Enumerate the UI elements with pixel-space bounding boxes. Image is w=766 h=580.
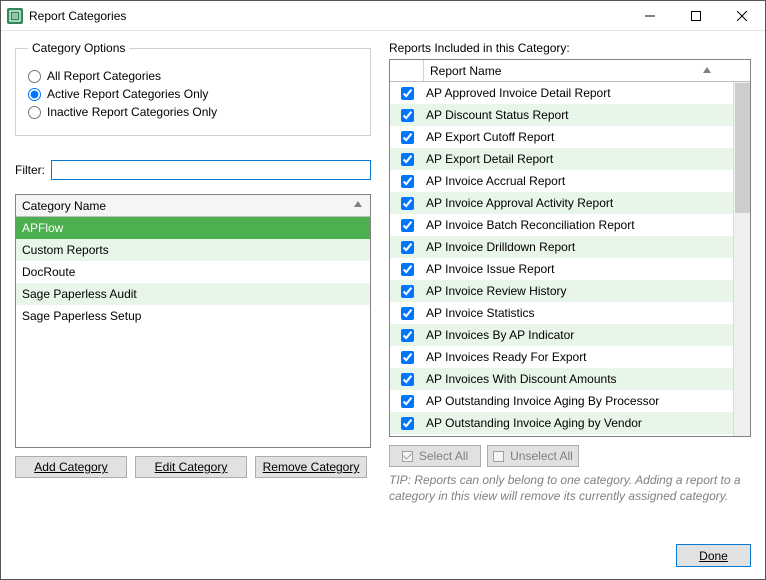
report-row[interactable]: AP Export Cutoff Report: [390, 126, 733, 148]
checkbox-checked-icon: [402, 451, 413, 462]
titlebar: Report Categories: [1, 1, 765, 31]
reports-list[interactable]: Report Name AP Approved Invoice Detail R…: [389, 59, 751, 437]
report-name: AP Export Cutoff Report: [424, 130, 733, 144]
report-row[interactable]: AP Invoice Batch Reconciliation Report: [390, 214, 733, 236]
report-row[interactable]: AP Invoices Ready For Export: [390, 346, 733, 368]
report-name: AP Invoice Approval Activity Report: [424, 196, 733, 210]
report-name: AP Invoices With Discount Amounts: [424, 372, 733, 386]
filter-label: Filter:: [15, 163, 45, 177]
report-checkbox[interactable]: [401, 329, 414, 342]
report-checkbox[interactable]: [401, 175, 414, 188]
report-row[interactable]: AP Invoice Statistics: [390, 302, 733, 324]
maximize-button[interactable]: [673, 1, 719, 30]
category-row[interactable]: Sage Paperless Setup: [16, 305, 370, 327]
report-row[interactable]: AP Outstanding Invoice Aging by Vendor: [390, 412, 733, 434]
report-row[interactable]: AP Invoice Approval Activity Report: [390, 192, 733, 214]
report-row[interactable]: AP Export Detail Report: [390, 148, 733, 170]
report-name: AP Invoice Batch Reconciliation Report: [424, 218, 733, 232]
report-name: AP Discount Status Report: [424, 108, 733, 122]
report-checkbox[interactable]: [401, 197, 414, 210]
tip-text: TIP: Reports can only belong to one cate…: [389, 473, 751, 504]
report-checkbox[interactable]: [401, 417, 414, 430]
filter-input[interactable]: [51, 160, 371, 180]
scrollbar-thumb[interactable]: [735, 83, 750, 213]
report-checkbox[interactable]: [401, 263, 414, 276]
reports-label: Reports Included in this Category:: [389, 41, 751, 55]
report-name: AP Invoice Issue Report: [424, 262, 733, 276]
unselect-all-button[interactable]: Unselect All: [487, 445, 579, 467]
category-row[interactable]: APFlow: [16, 217, 370, 239]
category-row[interactable]: Sage Paperless Audit: [16, 283, 370, 305]
category-options-legend: Category Options: [28, 41, 129, 55]
report-name: AP Invoice Review History: [424, 284, 733, 298]
report-checkbox[interactable]: [401, 285, 414, 298]
report-checkbox[interactable]: [401, 109, 414, 122]
report-name: AP Export Detail Report: [424, 152, 733, 166]
report-name: AP Invoice Drilldown Report: [424, 240, 733, 254]
app-icon: [7, 8, 23, 24]
report-checkbox[interactable]: [401, 351, 414, 364]
report-row[interactable]: AP Approved Invoice Detail Report: [390, 82, 733, 104]
reports-scrollbar[interactable]: [733, 82, 750, 436]
category-list[interactable]: Category Name APFlowCustom ReportsDocRou…: [15, 194, 371, 448]
report-checkbox[interactable]: [401, 241, 414, 254]
report-name: AP Invoices Ready For Export: [424, 350, 733, 364]
select-all-button[interactable]: Select All: [389, 445, 481, 467]
radio-all-categories[interactable]: All Report Categories: [28, 69, 358, 83]
edit-category-button[interactable]: Edit Category: [135, 456, 247, 478]
report-name: AP Approved Invoice Detail Report: [424, 86, 733, 100]
category-header[interactable]: Category Name: [16, 195, 370, 217]
report-name: AP Invoice Statistics: [424, 306, 733, 320]
report-row[interactable]: AP Invoice Review History: [390, 280, 733, 302]
report-checkbox[interactable]: [401, 131, 414, 144]
report-row[interactable]: AP Outstanding Invoice Aging By Processo…: [390, 390, 733, 412]
report-name: AP Invoices By AP Indicator: [424, 328, 733, 342]
report-checkbox[interactable]: [401, 395, 414, 408]
minimize-button[interactable]: [627, 1, 673, 30]
report-row[interactable]: AP Invoices By AP Indicator: [390, 324, 733, 346]
category-row[interactable]: DocRoute: [16, 261, 370, 283]
add-category-button[interactable]: Add Category: [15, 456, 127, 478]
close-button[interactable]: [719, 1, 765, 30]
reports-name-header[interactable]: Report Name: [424, 60, 733, 81]
radio-active-only[interactable]: Active Report Categories Only: [28, 87, 358, 101]
report-name: AP Outstanding Invoice Aging by Vendor: [424, 416, 733, 430]
report-row[interactable]: AP Invoice Drilldown Report: [390, 236, 733, 258]
category-options-group: Category Options All Report Categories A…: [15, 41, 371, 136]
checkbox-unchecked-icon: [493, 451, 504, 462]
report-checkbox[interactable]: [401, 153, 414, 166]
report-checkbox[interactable]: [401, 307, 414, 320]
category-row[interactable]: Custom Reports: [16, 239, 370, 261]
remove-category-button[interactable]: Remove Category: [255, 456, 367, 478]
window-title: Report Categories: [29, 9, 126, 23]
radio-inactive-only[interactable]: Inactive Report Categories Only: [28, 105, 358, 119]
report-row[interactable]: AP Invoices With Discount Amounts: [390, 368, 733, 390]
sort-ascending-icon: [703, 67, 711, 73]
report-row[interactable]: AP Discount Status Report: [390, 104, 733, 126]
report-name: AP Outstanding Invoice Aging By Processo…: [424, 394, 733, 408]
report-checkbox[interactable]: [401, 219, 414, 232]
report-checkbox[interactable]: [401, 87, 414, 100]
report-checkbox[interactable]: [401, 373, 414, 386]
done-button[interactable]: Done: [676, 544, 751, 567]
report-name: AP Invoice Accrual Report: [424, 174, 733, 188]
report-row[interactable]: AP Invoice Issue Report: [390, 258, 733, 280]
reports-checkbox-header[interactable]: [390, 60, 424, 81]
sort-ascending-icon: [354, 201, 362, 207]
report-row[interactable]: AP Invoice Accrual Report: [390, 170, 733, 192]
